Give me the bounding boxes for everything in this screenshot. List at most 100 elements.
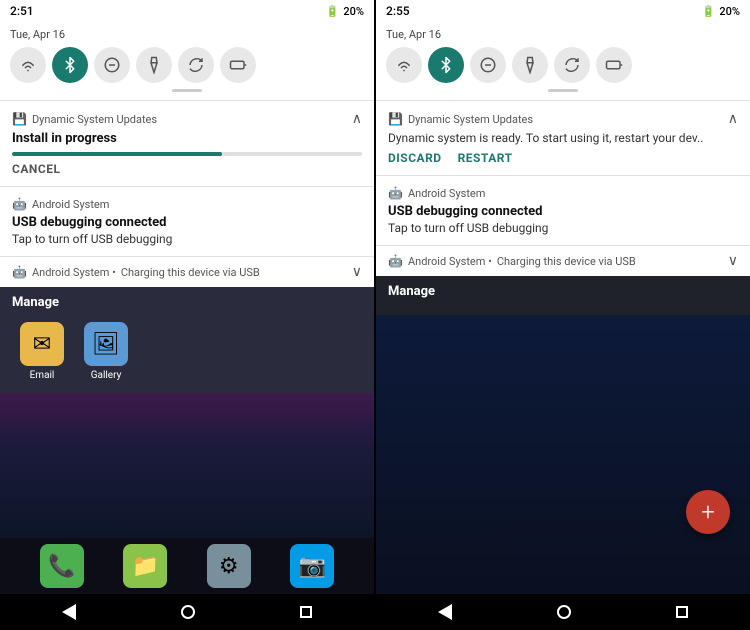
right-wifi-toggle[interactable] xyxy=(386,47,422,83)
left-notifications: 💾 Dynamic System Updates ∧ Install in pr… xyxy=(0,100,374,287)
left-time: 2:51 xyxy=(10,4,34,18)
left-charging-notification: 🤖 Android System • Charging this device … xyxy=(0,256,374,287)
android-icon-2: 🤖 xyxy=(12,265,27,279)
right-home-icon xyxy=(557,605,571,619)
left-charging-content: 🤖 Android System • Charging this device … xyxy=(12,265,260,279)
left-usb-title: USB debugging connected xyxy=(12,215,362,230)
right-nav-bar xyxy=(376,594,750,630)
right-dsu-actions: DISCARD RESTART xyxy=(388,151,738,165)
left-status-right: 🔋 20% xyxy=(326,5,364,18)
left-usb-app-name: 🤖 Android System xyxy=(12,197,109,211)
left-back-button[interactable] xyxy=(62,604,76,620)
left-wallpaper-bg xyxy=(0,393,374,538)
right-quick-settings: Tue, Apr 16 xyxy=(376,22,750,100)
right-charging-subtitle: Charging this device via USB xyxy=(497,255,636,268)
left-charging-subtitle: Charging this device via USB xyxy=(121,266,260,279)
left-cancel-btn[interactable]: CANCEL xyxy=(12,162,362,176)
android-icon-1: 🤖 xyxy=(12,197,27,211)
right-android-icon-2: 🤖 xyxy=(388,254,403,268)
recent-icon xyxy=(300,606,312,618)
left-app-grid: ✉ Email 🖼 Gallery xyxy=(12,318,362,385)
right-usb-app-name: 🤖 Android System xyxy=(388,186,485,200)
right-discard-btn[interactable]: DISCARD xyxy=(388,151,442,165)
right-back-button[interactable] xyxy=(438,604,452,620)
left-dsu-app-name: 💾 Dynamic System Updates xyxy=(12,112,157,126)
email-label: Email xyxy=(30,370,55,381)
right-charging-text: Android System • xyxy=(408,255,492,268)
right-date: Tue, Apr 16 xyxy=(386,28,740,41)
left-quick-settings: Tue, Apr 16 xyxy=(0,22,374,100)
left-recent-button[interactable] xyxy=(300,606,312,618)
wifi-toggle[interactable] xyxy=(10,47,46,83)
left-dock: 📞 📁 ⚙ 📷 xyxy=(0,538,374,594)
progress-bar-bg xyxy=(12,152,362,156)
progress-bar-fill xyxy=(12,152,222,156)
left-home-button[interactable] xyxy=(181,605,195,619)
right-battery-toggle[interactable] xyxy=(596,47,632,83)
right-usb-header: 🤖 Android System xyxy=(388,186,738,200)
left-manage-section: Manage ✉ Email 🖼 Gallery xyxy=(0,287,374,393)
left-dsu-header: 💾 Dynamic System Updates ∧ xyxy=(12,111,362,127)
dock-camera[interactable]: 📷 xyxy=(290,544,334,588)
right-scroll-indicator xyxy=(548,89,578,92)
right-charging-content: 🤖 Android System • Charging this device … xyxy=(388,254,636,268)
rotate-toggle[interactable] xyxy=(178,47,214,83)
right-status-right: 🔋 20% xyxy=(702,5,740,18)
left-scroll-indicator xyxy=(172,89,202,92)
left-manage-label: Manage xyxy=(12,295,362,310)
right-qs-icons xyxy=(386,47,740,83)
left-charging-chevron[interactable]: ∨ xyxy=(352,264,362,280)
right-dsu-chevron[interactable]: ∧ xyxy=(728,111,738,127)
dock-phone[interactable]: 📞 xyxy=(40,544,84,588)
battery-saver-toggle[interactable] xyxy=(220,47,256,83)
dsu-icon: 💾 xyxy=(12,112,27,126)
dock-settings[interactable]: ⚙ xyxy=(207,544,251,588)
right-manage-section: Manage xyxy=(376,276,750,315)
right-manage-label: Manage xyxy=(388,284,738,299)
right-notifications: 💾 Dynamic System Updates ∧ Dynamic syste… xyxy=(376,100,750,276)
right-bluetooth-toggle[interactable] xyxy=(428,47,464,83)
right-charging-chevron[interactable]: ∨ xyxy=(728,253,738,269)
right-battery: 20% xyxy=(719,5,740,18)
right-dsu-header: 💾 Dynamic System Updates ∧ xyxy=(388,111,738,127)
right-wallpaper: + xyxy=(376,315,750,594)
right-flashlight-toggle[interactable] xyxy=(512,47,548,83)
right-charging-notification: 🤖 Android System • Charging this device … xyxy=(376,245,750,276)
right-usb-body: Tap to turn off USB debugging xyxy=(388,221,738,235)
bluetooth-toggle[interactable] xyxy=(52,47,88,83)
right-battery-icon: 🔋 xyxy=(702,5,716,18)
right-home-button[interactable] xyxy=(557,605,571,619)
home-icon xyxy=(181,605,195,619)
left-usb-header: 🤖 Android System xyxy=(12,197,362,211)
right-recent-button[interactable] xyxy=(676,606,688,618)
left-usb-notification: 🤖 Android System USB debugging connected… xyxy=(0,186,374,256)
left-battery: 20% xyxy=(343,5,364,18)
left-phone-panel: 2:51 🔋 20% Tue, Apr 16 xyxy=(0,0,374,630)
left-usb-body: Tap to turn off USB debugging xyxy=(12,232,362,246)
right-usb-title: USB debugging connected xyxy=(388,204,738,219)
left-gallery-app[interactable]: 🖼 Gallery xyxy=(84,322,128,381)
right-dsu-notification: 💾 Dynamic System Updates ∧ Dynamic syste… xyxy=(376,100,750,175)
gallery-icon: 🖼 xyxy=(84,322,128,366)
left-wallpaper xyxy=(0,393,374,538)
right-dsu-body: Dynamic system is ready. To start using … xyxy=(388,131,738,145)
left-status-bar: 2:51 🔋 20% xyxy=(0,0,374,22)
right-phone-panel: 2:55 🔋 20% Tue, Apr 16 xyxy=(376,0,750,630)
left-dsu-title: Install in progress xyxy=(12,131,362,146)
left-email-app[interactable]: ✉ Email xyxy=(20,322,64,381)
left-dsu-chevron[interactable]: ∧ xyxy=(352,111,362,127)
right-dsu-app-name: 💾 Dynamic System Updates xyxy=(388,112,533,126)
fab-button[interactable]: + xyxy=(686,490,730,534)
right-restart-btn[interactable]: RESTART xyxy=(458,151,513,165)
right-dsu-icon: 💾 xyxy=(388,112,403,126)
dock-files[interactable]: 📁 xyxy=(123,544,167,588)
left-battery-icon: 🔋 xyxy=(326,5,340,18)
right-android-icon-1: 🤖 xyxy=(388,186,403,200)
dnd-toggle[interactable] xyxy=(94,47,130,83)
flashlight-toggle[interactable] xyxy=(136,47,172,83)
right-dnd-toggle[interactable] xyxy=(470,47,506,83)
right-recent-icon xyxy=(676,606,688,618)
right-status-bar: 2:55 🔋 20% xyxy=(376,0,750,22)
fab-icon: + xyxy=(701,498,715,526)
right-rotate-toggle[interactable] xyxy=(554,47,590,83)
